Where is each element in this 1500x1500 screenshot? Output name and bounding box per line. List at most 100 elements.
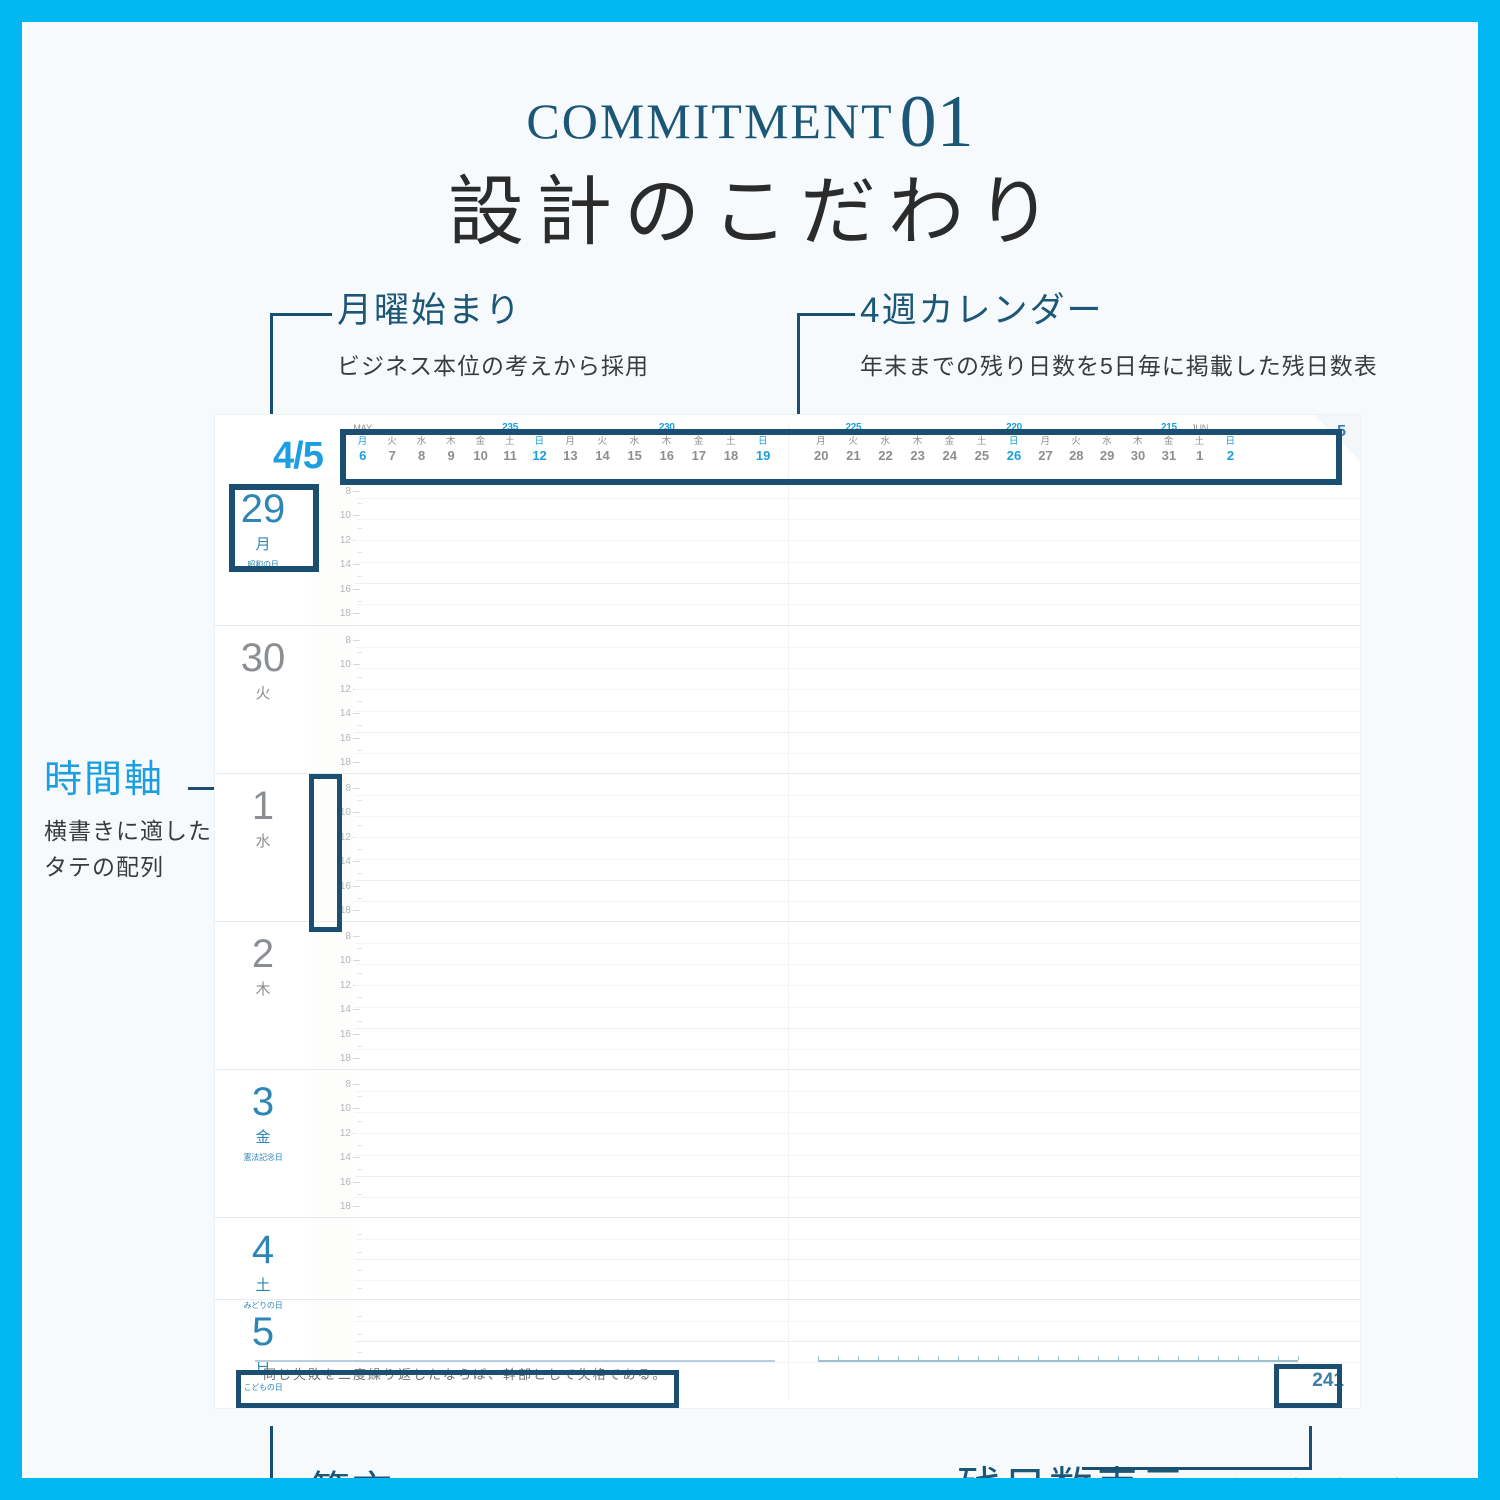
- calendar-date-number: 8: [418, 447, 426, 463]
- calendar-week: 月 13 火 14 水 15 230 木 16 金 17 土 18 日 19: [554, 422, 779, 469]
- calendar-day-26[interactable]: 220 日 26: [998, 422, 1030, 469]
- time-tick-8: 8: [345, 1079, 359, 1090]
- writing-line: [355, 498, 1360, 499]
- four-week-calendar-strip[interactable]: MAY 月 6 火 7 水 8 木 9 金 10 235 土 11 日 12 月 13 火 14 水 15 230 木 16 金 1…: [348, 422, 1272, 469]
- ruler-tick: [878, 1356, 879, 1360]
- calendar-day-17[interactable]: 金 17: [683, 423, 715, 469]
- time-tick-16: 16: [339, 1028, 361, 1040]
- writing-lines: [355, 1070, 1360, 1217]
- day-row-29[interactable]: 29 月昭和の日 8 10 12 14 16 18: [215, 477, 1360, 625]
- calendar-day-31[interactable]: 215 金 31: [1153, 422, 1184, 469]
- holiday-label: 憲法記念日: [243, 1153, 283, 1162]
- calendar-day-1[interactable]: JUN 土 1: [1184, 423, 1215, 469]
- calendar-date-number: 10: [473, 447, 488, 463]
- calendar-day-23[interactable]: 木 23: [902, 423, 934, 469]
- writing-line: [355, 985, 1360, 986]
- remaining-days-marker: 215: [1160, 422, 1177, 433]
- callout-maxim: 箴言 ビジネスの中で使える教訓や金言を掲載: [310, 1469, 884, 1478]
- calendar-day-29[interactable]: 水 29: [1092, 423, 1123, 469]
- calendar-day-19[interactable]: 日 19: [747, 423, 779, 469]
- time-tick-18: 18: [339, 608, 361, 619]
- remaining-days-marker: 230: [658, 422, 675, 433]
- calendar-day-10[interactable]: 金 10: [466, 423, 495, 469]
- calendar-day-22[interactable]: 水 22: [869, 423, 901, 469]
- callout-days-remaining-desc: 1年の残日数を表示: [1213, 1471, 1436, 1478]
- time-tick-8: 8: [345, 783, 359, 794]
- writing-line: [355, 943, 1360, 944]
- calendar-weekday: 日: [534, 436, 545, 447]
- calendar-day-6[interactable]: MAY 月 6: [348, 423, 377, 469]
- writing-line: [355, 1321, 1360, 1322]
- day-row-1[interactable]: 1 水 8 10 12 14 16 18: [215, 773, 1360, 921]
- calendar-day-9[interactable]: 木9: [436, 423, 465, 469]
- calendar-date-number: 31: [1161, 447, 1177, 463]
- day-row-2[interactable]: 2 木 8 10 12 14 16 18: [215, 921, 1360, 1069]
- day-number: 3: [251, 1080, 275, 1124]
- calendar-day-18[interactable]: 土 18: [715, 423, 747, 469]
- calendar-day-11[interactable]: 235 土 11: [495, 422, 524, 469]
- callout-time-axis: 時間軸 横書きに適した タテの配列: [44, 759, 212, 882]
- calendar-day-15[interactable]: 水 15: [619, 423, 651, 469]
- day-weekday: 木: [255, 981, 271, 998]
- day-number: 2: [251, 932, 275, 976]
- day-row-30[interactable]: 30 火 8 10 12 14 16 18: [215, 625, 1360, 773]
- callout-four-week-calendar-desc: 年末までの残り日数を5日毎に掲載した残日数表: [860, 352, 1378, 379]
- ruler-tick: [1038, 1356, 1039, 1360]
- calendar-day-21[interactable]: 225 火 21: [837, 422, 869, 469]
- time-tick-16: 16: [339, 732, 361, 744]
- calendar-day-12[interactable]: 日 12: [525, 423, 554, 469]
- calendar-day-7[interactable]: 火7: [377, 423, 406, 469]
- ruler-tick: [918, 1356, 919, 1360]
- calendar-day-30[interactable]: 木 30: [1123, 423, 1154, 469]
- day-cell: 30 火: [215, 626, 311, 773]
- writing-line: [355, 1028, 1360, 1029]
- writing-line: [355, 689, 1360, 690]
- time-axis: 8 10 12 14 16 18: [311, 774, 362, 921]
- calendar-day-8[interactable]: 水8: [407, 423, 436, 469]
- holiday-label: 昭和の日: [247, 560, 279, 569]
- day-weekday: 火: [255, 685, 271, 702]
- callout-time-axis-desc-line1: 横書きに適した: [44, 817, 212, 844]
- day-row-3[interactable]: 3 金憲法記念日 8 10 12 14 16 18: [215, 1069, 1360, 1217]
- calendar-day-20[interactable]: 月 20: [805, 423, 837, 469]
- time-tick-14: 14: [339, 1152, 361, 1164]
- heading-kicker: COMMITMENT: [526, 93, 894, 149]
- calendar-date-number: 29: [1099, 447, 1115, 463]
- calendar-date-number: 28: [1069, 447, 1084, 463]
- writing-line: [355, 1280, 1360, 1281]
- calendar-date-number: 11: [503, 447, 517, 463]
- callout-monday-start-desc: ビジネス本位の考えから採用: [337, 352, 649, 379]
- calendar-day-24[interactable]: 金 24: [934, 423, 966, 469]
- calendar-day-16[interactable]: 230 木 16: [651, 422, 683, 469]
- time-tick-12: 12: [339, 534, 361, 546]
- ruler-tick: [1218, 1356, 1219, 1360]
- ruler-tick: [998, 1356, 999, 1360]
- calendar-day-14[interactable]: 火 14: [586, 423, 618, 469]
- ruler-tick: [1137, 1356, 1139, 1360]
- writing-line: [355, 1133, 1360, 1134]
- time-tick-10: 10: [339, 510, 361, 522]
- calendar-date-number: 7: [388, 447, 396, 463]
- calendar-weekday: 木: [661, 436, 672, 447]
- day-row-4[interactable]: 4 土みどりの日: [215, 1217, 1360, 1310]
- ruler-tick: [897, 1356, 899, 1360]
- calendar-day-27[interactable]: 月 27: [1030, 423, 1061, 469]
- calendar-date-number: 9: [447, 447, 455, 463]
- remaining-days-marker: 225: [845, 422, 862, 433]
- calendar-day-2[interactable]: 日2: [1215, 423, 1246, 469]
- calendar-date-number: 22: [878, 447, 893, 463]
- calendar-day-13[interactable]: 月 13: [554, 423, 586, 469]
- callout-monday-start: 月曜始まり ビジネス本位の考えから採用: [337, 291, 649, 381]
- ruler-tick: [1258, 1356, 1259, 1360]
- writing-line: [355, 562, 1360, 563]
- calendar-day-25[interactable]: 土 25: [966, 423, 998, 469]
- calendar-day-28[interactable]: 火 28: [1061, 423, 1092, 469]
- calendar-date-number: 25: [974, 447, 990, 463]
- calendar-weekday: 水: [416, 436, 427, 447]
- ruler-tick: [1018, 1356, 1019, 1360]
- writing-line: [355, 583, 1360, 584]
- ruler-tick: [1098, 1356, 1099, 1360]
- ruler-tick: [857, 1356, 859, 1360]
- planner-spread: 5 4/5 MAY 月 6 火 7 水 8 木 9 金 10 235 土 11 日 12 月 13 火 14 水 15 23…: [215, 415, 1360, 1408]
- calendar-date-number: 30: [1130, 447, 1146, 463]
